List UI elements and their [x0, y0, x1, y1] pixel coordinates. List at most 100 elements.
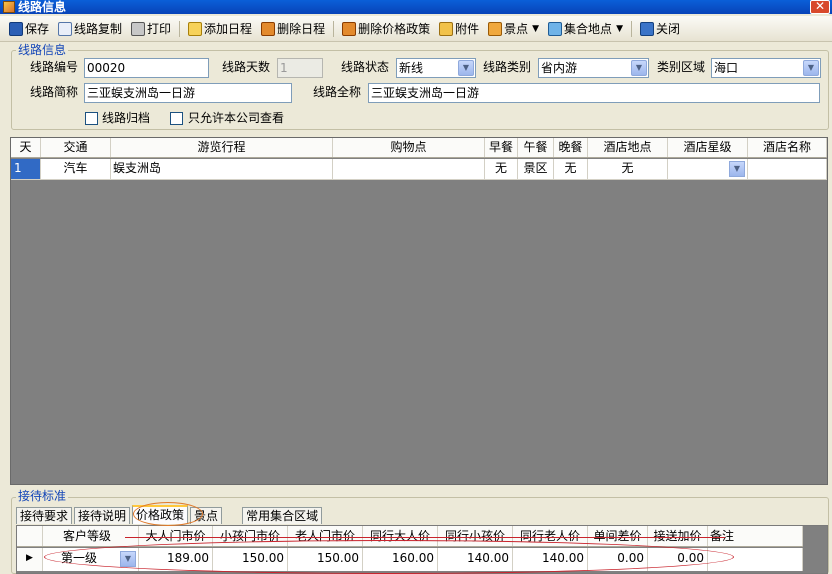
save-label: 保存	[25, 22, 50, 36]
annotation-strike-line	[125, 537, 725, 538]
print-button[interactable]: 打印	[128, 18, 174, 40]
add-schedule-button[interactable]: 添加日程	[185, 18, 255, 40]
toolbar-separator	[333, 20, 335, 37]
column-header[interactable]: 交通	[41, 138, 111, 157]
column-header[interactable]: 酒店地点	[588, 138, 668, 157]
column-header[interactable]: 早餐	[485, 138, 518, 157]
company-only-label: 只允许本公司查看	[188, 111, 285, 125]
route-category-label: 线路类别	[483, 60, 532, 74]
route-short-name-label: 线路简称	[30, 85, 79, 99]
delete-schedule-button[interactable]: 删除日程	[258, 18, 328, 40]
close-button[interactable]: 关闭	[637, 18, 683, 40]
toolbar-separator	[630, 20, 632, 37]
window-title: 线路信息	[18, 0, 67, 14]
column-header[interactable]: 午餐	[518, 138, 554, 157]
attachment-label: 附件	[455, 22, 480, 36]
chevron-down-icon[interactable]: ▼	[458, 60, 474, 76]
route-status-select[interactable]: 新线 ▼	[396, 58, 476, 78]
itinerary-cell[interactable]: 蜈支洲岛	[111, 159, 333, 179]
route-short-name-input[interactable]: 三亚蜈支洲岛一日游	[84, 83, 292, 103]
scenic-dropdown-button[interactable]: 景点 ▼	[485, 18, 542, 40]
delete-schedule-label: 删除日程	[277, 22, 326, 36]
column-header[interactable]: 晚餐	[554, 138, 588, 157]
day-cell[interactable]: 1	[11, 159, 41, 179]
window-titlebar: 线路信息 ✕	[0, 0, 832, 14]
print-label: 打印	[147, 22, 172, 36]
hotel-name-cell[interactable]	[748, 159, 827, 179]
route-full-name-label: 线路全称	[313, 85, 362, 99]
column-header[interactable]: 游览行程	[111, 138, 333, 157]
column-header[interactable]: 天	[11, 138, 41, 157]
copy-icon	[58, 21, 73, 36]
route-code-label: 线路编号	[30, 60, 79, 74]
chevron-down-icon[interactable]: ▼	[803, 60, 819, 76]
transport-cell[interactable]: 汽车	[41, 159, 111, 179]
shopping-cell[interactable]	[333, 159, 485, 179]
route-category-select[interactable]: 省内游 ▼	[538, 58, 649, 78]
lunch-cell[interactable]: 景区	[518, 159, 554, 179]
tab-common-meeting-areas[interactable]: 常用集合区域	[242, 507, 323, 524]
folder-icon	[439, 21, 454, 36]
toolbar: 保存 线路复制 打印 添加日程 删除日程 删除价格政策 附件 景点 ▼ 集合地点 ▼…	[0, 16, 832, 42]
close-window-icon	[639, 21, 654, 36]
route-full-name-input[interactable]: 三亚蜈支洲岛一日游	[368, 83, 820, 103]
add-schedule-icon	[188, 21, 203, 36]
delete-price-policy-button[interactable]: 删除价格政策	[339, 18, 433, 40]
chevron-down-icon: ▼	[532, 23, 540, 34]
annotation-circle-tab	[133, 502, 203, 526]
scenic-spot-icon	[488, 21, 503, 36]
add-schedule-label: 添加日程	[204, 22, 253, 36]
printer-icon	[131, 21, 146, 36]
schedule-grid[interactable]: 天 交通 游览行程 购物点 早餐 午餐 晚餐 酒店地点 酒店星级 酒店名称 1 …	[10, 137, 828, 485]
route-archive-checkbox[interactable]	[85, 112, 98, 125]
meeting-point-dropdown-button[interactable]: 集合地点 ▼	[545, 18, 626, 40]
route-status-label: 线路状态	[341, 60, 390, 74]
copy-route-button[interactable]: 线路复制	[55, 18, 125, 40]
route-info-legend: 线路信息	[16, 43, 69, 57]
hotel-location-cell[interactable]: 无	[588, 159, 668, 179]
route-category-value: 省内游	[541, 61, 578, 75]
route-days-label: 线路天数	[222, 60, 271, 74]
attachment-button[interactable]: 附件	[436, 18, 482, 40]
breakfast-cell[interactable]: 无	[485, 159, 518, 179]
category-region-select[interactable]: 海口 ▼	[711, 58, 821, 78]
route-archive-label: 线路归档	[102, 111, 151, 125]
copy-route-label: 线路复制	[74, 22, 123, 36]
hotel-star-cell[interactable]: ▼	[668, 159, 748, 179]
table-row[interactable]: 1 汽车 蜈支洲岛 无 景区 无 无 ▼	[11, 159, 827, 180]
scenic-label: 景点	[504, 22, 529, 36]
window-close-button[interactable]: ✕	[810, 0, 830, 14]
meeting-point-icon	[548, 21, 563, 36]
chevron-down-icon: ▼	[616, 23, 623, 34]
chevron-down-icon[interactable]: ▼	[631, 60, 647, 76]
meeting-point-label: 集合地点	[564, 22, 613, 36]
row-pointer-icon: ▶	[17, 548, 43, 571]
close-label: 关闭	[655, 22, 680, 36]
delete-schedule-icon	[261, 21, 276, 36]
column-header[interactable]: 酒店名称	[748, 138, 827, 157]
dinner-cell[interactable]: 无	[554, 159, 588, 179]
save-icon	[9, 21, 23, 36]
tab-reception-notes[interactable]: 接待说明	[74, 507, 131, 524]
category-region-label: 类别区域	[657, 60, 706, 74]
route-code-input[interactable]: 00020	[84, 58, 209, 78]
column-header[interactable]: 接送加价	[648, 526, 708, 546]
delete-policy-icon	[342, 21, 357, 36]
chevron-down-icon[interactable]: ▼	[729, 161, 745, 177]
schedule-grid-header: 天 交通 游览行程 购物点 早餐 午餐 晚餐 酒店地点 酒店星级 酒店名称	[11, 138, 827, 158]
reception-legend: 接待标准	[16, 489, 69, 503]
save-button[interactable]: 保存	[6, 18, 52, 40]
column-header[interactable]: 酒店星级	[668, 138, 748, 157]
column-header[interactable]: 备注	[708, 526, 803, 546]
app-icon	[3, 1, 15, 13]
route-status-value: 新线	[399, 61, 424, 75]
column-header[interactable]: 购物点	[333, 138, 485, 157]
delete-price-policy-label: 删除价格政策	[358, 22, 431, 36]
route-days-input[interactable]: 1	[277, 58, 323, 78]
tab-reception-requirements[interactable]: 接待要求	[16, 507, 73, 524]
annotation-ellipse-row	[44, 540, 734, 574]
column-header[interactable]: 客户等级	[43, 526, 139, 546]
company-only-checkbox[interactable]	[170, 112, 183, 125]
category-region-value: 海口	[714, 61, 739, 75]
toolbar-separator	[179, 20, 181, 37]
